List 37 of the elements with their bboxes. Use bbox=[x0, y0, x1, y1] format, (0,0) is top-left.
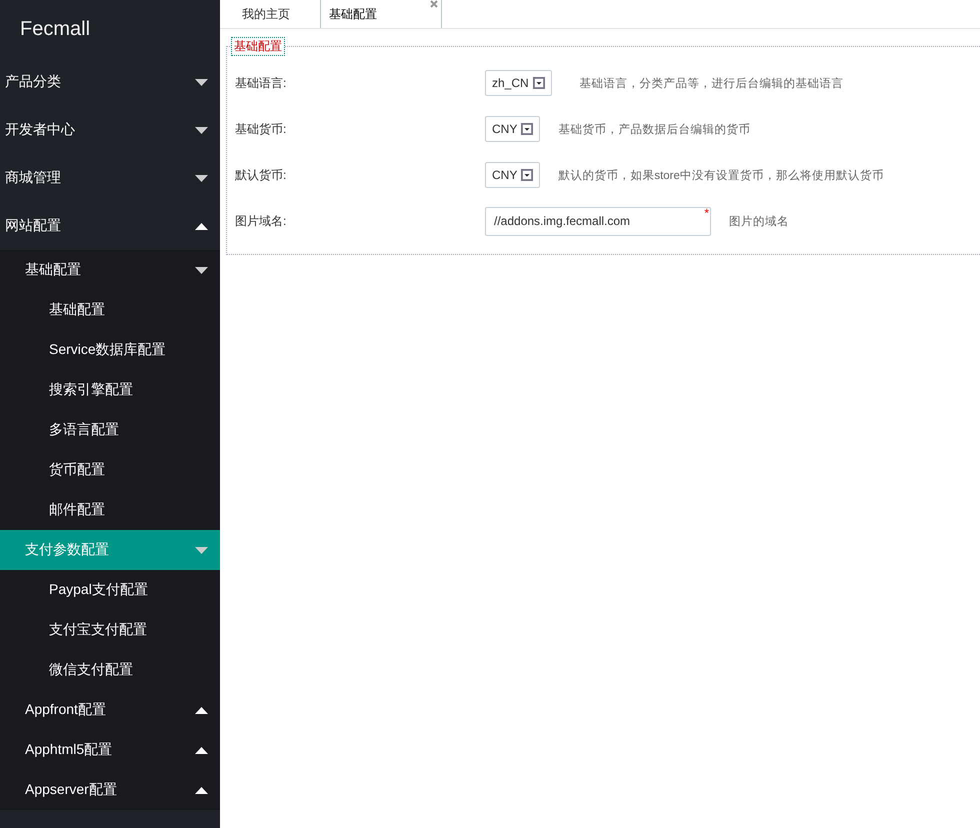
sidebar-item[interactable]: 微信支付配置 bbox=[0, 650, 220, 690]
select-field[interactable]: CNY bbox=[485, 162, 540, 188]
tab[interactable]: 基础配置 bbox=[320, 0, 442, 28]
sidebar-item[interactable]: 搜索引擎配置 bbox=[0, 370, 220, 410]
sidebar-item[interactable]: 邮件配置 bbox=[0, 490, 220, 530]
field-label: 默认货币: bbox=[235, 166, 288, 184]
sidebar-item[interactable]: 基础配置 bbox=[0, 290, 220, 330]
sidebar-item[interactable]: 基础配置 bbox=[0, 250, 220, 290]
sidebar-item[interactable]: Paypal支付配置 bbox=[0, 570, 220, 610]
tab[interactable]: 我的主页 bbox=[220, 0, 320, 28]
select-field[interactable]: zh_CN bbox=[485, 70, 552, 96]
sidebar-item[interactable]: Appserver配置 bbox=[0, 770, 220, 810]
sidebar-item[interactable]: 多语言配置 bbox=[0, 410, 220, 450]
sidebar-item[interactable]: 支付宝支付配置 bbox=[0, 610, 220, 650]
field-label: 基础货币: bbox=[235, 120, 288, 138]
help-text: 图片的域名 bbox=[729, 214, 789, 228]
help-text: 基础语言，分类产品等，进行后台编辑的基础语言 bbox=[580, 76, 844, 90]
sidebar-item[interactable]: 网站配置 bbox=[0, 202, 220, 250]
section-title: 基础配置 bbox=[231, 37, 285, 56]
required-mark: * bbox=[704, 206, 709, 220]
caret-down-icon bbox=[532, 77, 545, 89]
help-text: 基础货币，产品数据后台编辑的货币 bbox=[558, 122, 750, 136]
sidebar-item[interactable]: 货币配置 bbox=[0, 450, 220, 490]
sidebar-item[interactable]: 产品分类 bbox=[0, 58, 220, 106]
sidebar-item[interactable]: Apphtml5配置 bbox=[0, 730, 220, 770]
sidebar-item[interactable]: 开发者中心 bbox=[0, 106, 220, 154]
caret-down-icon bbox=[521, 169, 534, 181]
field-label: 基础语言: bbox=[235, 74, 288, 92]
sidebar-item[interactable]: 商城管理 bbox=[0, 154, 220, 202]
help-text: 默认的货币，如果store中没有设置货币，那么将使用默认货币 bbox=[558, 168, 884, 182]
field-label: 图片域名: bbox=[235, 212, 288, 230]
caret-down-icon bbox=[521, 123, 534, 135]
select-field[interactable]: CNY bbox=[485, 116, 540, 142]
sidebar-item[interactable]: Appfront配置 bbox=[0, 690, 220, 730]
sidebar-item[interactable]: Service数据库配置 bbox=[0, 330, 220, 370]
sidebar-item[interactable]: 支付参数配置 bbox=[0, 530, 220, 570]
close-icon[interactable] bbox=[430, 0, 438, 8]
